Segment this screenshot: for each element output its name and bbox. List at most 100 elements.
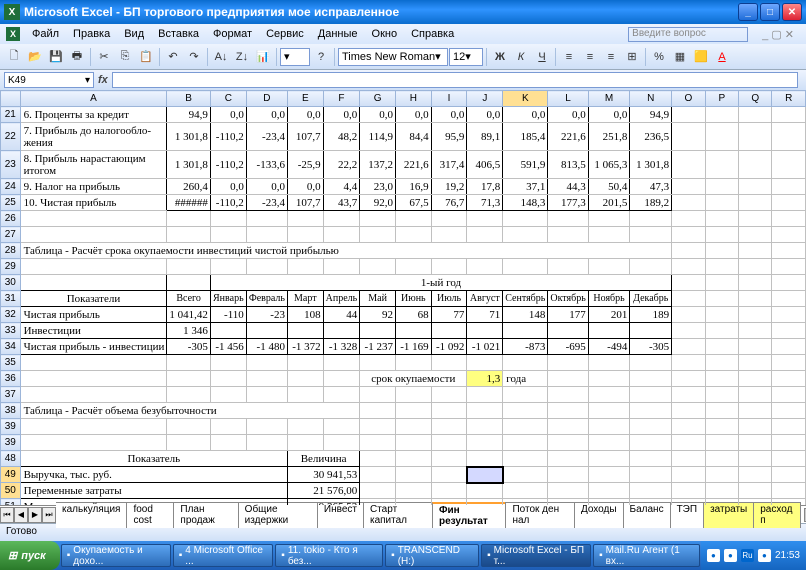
cell[interactable] bbox=[548, 355, 588, 371]
cell[interactable]: 201 bbox=[588, 307, 630, 323]
cell[interactable] bbox=[588, 467, 630, 483]
tab-prev-icon[interactable]: ◀ bbox=[14, 507, 28, 523]
cell[interactable] bbox=[503, 483, 548, 499]
cell[interactable] bbox=[630, 227, 672, 243]
col-header[interactable]: G bbox=[360, 91, 396, 107]
cell[interactable] bbox=[705, 387, 738, 403]
cell[interactable]: 50,4 bbox=[588, 179, 630, 195]
cell[interactable] bbox=[395, 419, 431, 435]
cell[interactable] bbox=[672, 123, 705, 151]
tray-icon[interactable]: ● bbox=[758, 549, 771, 562]
cell[interactable] bbox=[672, 275, 705, 291]
cell[interactable]: Сентябрь bbox=[503, 291, 548, 307]
cell[interactable] bbox=[395, 435, 431, 451]
row-header[interactable]: 27 bbox=[1, 227, 21, 243]
cell[interactable] bbox=[20, 259, 167, 275]
cell[interactable]: 68 bbox=[395, 307, 431, 323]
cell[interactable]: Март bbox=[287, 291, 323, 307]
cell[interactable]: 94,9 bbox=[167, 107, 211, 123]
cell[interactable] bbox=[772, 403, 806, 419]
cell[interactable] bbox=[210, 323, 246, 339]
cell[interactable] bbox=[548, 387, 588, 403]
cell[interactable] bbox=[431, 467, 467, 483]
cell[interactable] bbox=[360, 211, 396, 227]
cell[interactable] bbox=[739, 211, 772, 227]
cell[interactable]: Таблица - Расчёт срока окупаемости инвес… bbox=[20, 243, 672, 259]
cell[interactable]: Июль bbox=[431, 291, 467, 307]
cell[interactable] bbox=[167, 275, 211, 291]
cell[interactable] bbox=[705, 467, 738, 483]
open-icon[interactable]: 📂 bbox=[25, 47, 45, 67]
cell[interactable] bbox=[772, 179, 806, 195]
cell[interactable] bbox=[210, 211, 246, 227]
sheet-tab[interactable]: План продаж bbox=[173, 502, 238, 528]
cell[interactable] bbox=[167, 227, 211, 243]
col-header[interactable]: M bbox=[588, 91, 630, 107]
cell[interactable] bbox=[672, 483, 705, 499]
cell[interactable] bbox=[705, 123, 738, 151]
cell[interactable] bbox=[431, 259, 467, 275]
cell[interactable] bbox=[672, 403, 705, 419]
cell[interactable] bbox=[672, 419, 705, 435]
cell[interactable]: 0,0 bbox=[431, 107, 467, 123]
cell[interactable]: Выручка, тыс. руб. bbox=[20, 467, 287, 483]
sheet-tab[interactable]: расход п bbox=[753, 502, 801, 528]
tray-icon[interactable]: ● bbox=[707, 549, 720, 562]
cell[interactable] bbox=[672, 179, 705, 195]
cell[interactable] bbox=[246, 435, 287, 451]
cell[interactable] bbox=[739, 355, 772, 371]
cell[interactable]: 95,9 bbox=[431, 123, 467, 151]
cell[interactable] bbox=[630, 371, 672, 387]
cell[interactable] bbox=[548, 323, 588, 339]
menu-window[interactable]: Окно bbox=[366, 26, 404, 42]
cell[interactable] bbox=[323, 227, 360, 243]
cell[interactable]: 4,4 bbox=[323, 179, 360, 195]
cell[interactable]: 0,0 bbox=[210, 179, 246, 195]
cell[interactable]: ###### bbox=[167, 195, 211, 211]
minimize-button[interactable]: _ bbox=[738, 3, 758, 21]
cell[interactable] bbox=[548, 499, 588, 506]
cell[interactable] bbox=[287, 355, 323, 371]
cell[interactable] bbox=[739, 387, 772, 403]
cell[interactable] bbox=[630, 467, 672, 483]
row-header[interactable]: 39 bbox=[1, 435, 21, 451]
cell[interactable] bbox=[548, 419, 588, 435]
taskbar-item[interactable]: ▪4 Microsoft Office ... bbox=[173, 544, 274, 567]
cell[interactable]: 8. Прибыль нарастающим итогом bbox=[20, 151, 167, 179]
cell[interactable]: 19,2 bbox=[431, 179, 467, 195]
cell[interactable] bbox=[287, 227, 323, 243]
undo-icon[interactable]: ↶ bbox=[163, 47, 183, 67]
cell[interactable] bbox=[323, 355, 360, 371]
cell[interactable]: 0,0 bbox=[210, 107, 246, 123]
cell[interactable] bbox=[739, 275, 772, 291]
cell[interactable] bbox=[467, 499, 503, 506]
row-header[interactable]: 50 bbox=[1, 483, 21, 499]
cell[interactable] bbox=[548, 227, 588, 243]
col-header[interactable]: R bbox=[772, 91, 806, 107]
cell[interactable] bbox=[588, 435, 630, 451]
cell[interactable] bbox=[705, 403, 738, 419]
help-icon[interactable]: ? bbox=[311, 47, 331, 67]
cell[interactable]: 67,5 bbox=[395, 195, 431, 211]
cell[interactable] bbox=[210, 259, 246, 275]
cell[interactable]: 7. Прибыль до налогообло- жения bbox=[20, 123, 167, 151]
cell[interactable] bbox=[772, 195, 806, 211]
cell[interactable]: 17,8 bbox=[467, 179, 503, 195]
cell[interactable]: -23,4 bbox=[246, 195, 287, 211]
cell[interactable] bbox=[772, 467, 806, 483]
cell[interactable]: 37,1 bbox=[503, 179, 548, 195]
close-button[interactable]: ✕ bbox=[782, 3, 802, 21]
cell[interactable] bbox=[705, 483, 738, 499]
merge-icon[interactable]: ⊞ bbox=[622, 47, 642, 67]
col-header[interactable]: Q bbox=[739, 91, 772, 107]
cell[interactable]: Всего bbox=[167, 291, 211, 307]
cell[interactable]: 94,9 bbox=[630, 107, 672, 123]
cell[interactable] bbox=[503, 403, 548, 419]
cell[interactable] bbox=[467, 403, 503, 419]
row-header[interactable]: 48 bbox=[1, 451, 21, 467]
fx-icon[interactable]: fx bbox=[98, 74, 108, 86]
cell[interactable]: Маржинальный доход bbox=[20, 499, 287, 506]
cell[interactable]: -110,2 bbox=[210, 195, 246, 211]
cell[interactable]: -110 bbox=[210, 307, 246, 323]
cell[interactable]: 71,3 bbox=[467, 195, 503, 211]
